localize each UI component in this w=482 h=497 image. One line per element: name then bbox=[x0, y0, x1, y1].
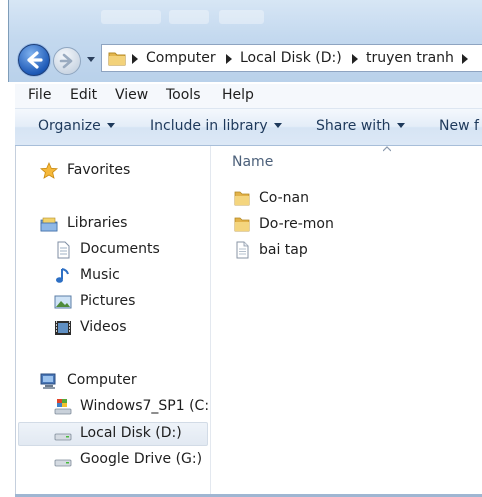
breadcrumb-separator-icon[interactable] bbox=[132, 54, 138, 64]
back-arrow-icon bbox=[27, 51, 43, 69]
nav-computer-label: Computer bbox=[67, 372, 137, 388]
include-label: Include in library bbox=[150, 118, 268, 134]
nav-drive-c-label: Windows7_SP1 (C:) bbox=[80, 398, 215, 414]
hard-drive-icon bbox=[54, 433, 72, 441]
folder-icon bbox=[234, 217, 250, 232]
menu-bar: File Edit View Tools Help bbox=[15, 84, 482, 109]
nav-music-label: Music bbox=[80, 267, 120, 283]
share-label: Share with bbox=[316, 118, 391, 134]
organize-button[interactable]: Organize bbox=[38, 118, 115, 134]
nav-videos-label: Videos bbox=[80, 319, 127, 335]
computer-icon bbox=[40, 373, 56, 389]
breadcrumb-separator-icon[interactable] bbox=[352, 54, 358, 64]
nav-libraries-label: Libraries bbox=[67, 215, 128, 231]
folder-icon bbox=[108, 52, 126, 66]
chevron-down-icon bbox=[273, 123, 282, 128]
system-drive-icon bbox=[54, 399, 72, 415]
document-icon bbox=[57, 241, 70, 259]
titlebar-ghost bbox=[101, 10, 161, 24]
menu-help[interactable]: Help bbox=[222, 87, 254, 103]
forward-button[interactable] bbox=[53, 47, 81, 75]
address-bar[interactable]: Computer Local Disk (D:) truyen tranh bbox=[101, 44, 482, 72]
menu-view[interactable]: View bbox=[115, 87, 148, 103]
menu-file[interactable]: File bbox=[28, 87, 51, 103]
back-button[interactable] bbox=[18, 44, 50, 76]
column-header-name[interactable]: Name bbox=[232, 154, 273, 170]
breadcrumb-truyen-tranh[interactable]: truyen tranh bbox=[366, 50, 454, 66]
titlebar-ghost bbox=[219, 10, 264, 24]
share-with-button[interactable]: Share with bbox=[316, 118, 405, 134]
list-item-name: Co-nan bbox=[259, 190, 309, 206]
hard-drive-icon bbox=[54, 459, 72, 467]
command-bar: Organize Include in library Share with N… bbox=[15, 109, 482, 146]
pictures-icon bbox=[54, 295, 72, 309]
include-in-library-button[interactable]: Include in library bbox=[150, 118, 282, 134]
recent-pages-dropdown-icon[interactable] bbox=[86, 54, 96, 64]
menu-tools[interactable]: Tools bbox=[166, 87, 201, 103]
list-item-name: bai tap bbox=[259, 242, 308, 258]
star-icon bbox=[40, 162, 58, 179]
menu-edit[interactable]: Edit bbox=[70, 87, 97, 103]
organize-label: Organize bbox=[38, 118, 101, 134]
nav-favorites-label: Favorites bbox=[67, 162, 131, 178]
navigation-pane: Favorites Libraries Documents Music Pict… bbox=[15, 146, 215, 497]
nav-drive-g-label: Google Drive (G:) bbox=[80, 451, 203, 467]
folder-icon bbox=[234, 191, 250, 206]
breadcrumb-computer[interactable]: Computer bbox=[146, 50, 216, 66]
forward-arrow-icon bbox=[59, 53, 73, 69]
music-note-icon bbox=[56, 268, 69, 283]
nav-drive-d-label: Local Disk (D:) bbox=[80, 425, 182, 441]
chevron-down-icon bbox=[396, 123, 405, 128]
nav-documents-label: Documents bbox=[80, 241, 160, 257]
new-label: New f bbox=[439, 118, 479, 134]
titlebar-ghost bbox=[169, 10, 209, 24]
sort-ascending-icon bbox=[383, 146, 391, 152]
text-file-icon bbox=[236, 241, 249, 259]
chevron-down-icon bbox=[106, 123, 115, 128]
nav-drive-d[interactable]: Local Disk (D:) bbox=[18, 422, 208, 446]
new-folder-button[interactable]: New f bbox=[439, 118, 479, 134]
nav-pictures-label: Pictures bbox=[80, 293, 136, 309]
videos-icon bbox=[55, 321, 71, 335]
breadcrumb-separator-icon[interactable] bbox=[462, 54, 468, 64]
list-item-name: Do-re-mon bbox=[259, 216, 334, 232]
breadcrumb-local-disk[interactable]: Local Disk (D:) bbox=[240, 50, 342, 66]
libraries-icon bbox=[40, 217, 58, 232]
file-list-pane: Name Co-nan Do-re-mon bai tap bbox=[211, 146, 482, 497]
breadcrumb-separator-icon[interactable] bbox=[226, 54, 232, 64]
